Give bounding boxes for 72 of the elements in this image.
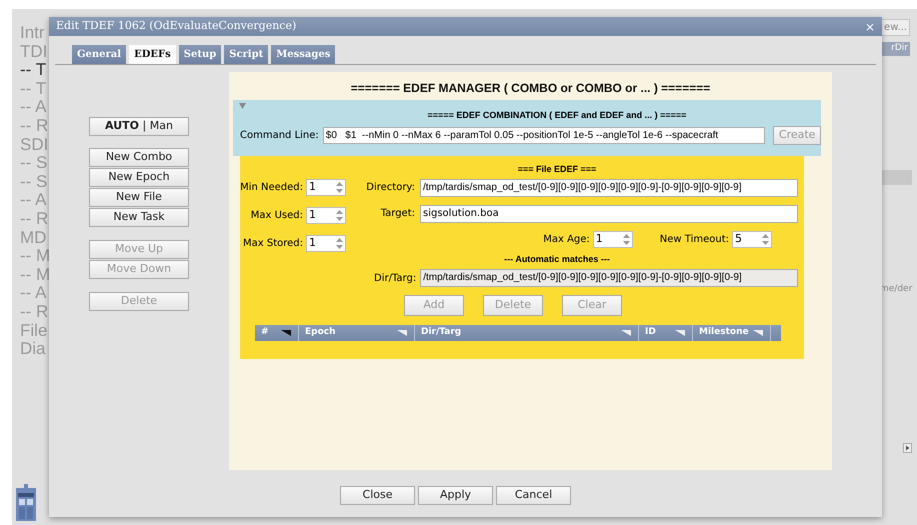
- field-label: Min Needed:: [240, 180, 303, 194]
- spinner-field[interactable]: 1: [306, 178, 346, 196]
- field-label: Directory:: [365, 181, 415, 195]
- target-field[interactable]: sigsolution.boa: [420, 204, 798, 222]
- action-button[interactable]: Apply: [418, 486, 493, 505]
- outline-item[interactable]: -- A: [20, 284, 50, 303]
- expand-toggle-icon[interactable]: [239, 103, 246, 109]
- field-label: Target:: [380, 207, 415, 221]
- section-title: ===== EDEF COMBINATION ( EDEF and EDEF and ... ) =====: [428, 109, 686, 122]
- sort-icon: [620, 329, 632, 337]
- field-label: Max Age:: [543, 232, 590, 246]
- sort-icon: [396, 329, 408, 337]
- tab[interactable]: Setup: [178, 45, 222, 64]
- window-title: Edit TDEF 1062 (OdEvaluateConvergence): [56, 18, 298, 34]
- action-button[interactable]: New Combo: [89, 148, 189, 167]
- outline-item[interactable]: Dia: [20, 340, 50, 359]
- outline-item[interactable]: -- T: [20, 80, 50, 98]
- column-header[interactable]: ID: [645, 326, 656, 340]
- column-header[interactable]: Milestone: [699, 326, 749, 340]
- action-button[interactable]: New File: [89, 188, 189, 207]
- scroll-right-icon[interactable]: [903, 443, 912, 453]
- field-label: Max Stored:: [243, 236, 303, 250]
- command-line-field[interactable]: $0 $1 --nMin 0 --nMax 6 --paramTol 0.05 --positionTol 1e-5 --angleTol 1e-6 --spacecraft: [322, 126, 766, 144]
- outline-item[interactable]: -- S: [20, 172, 50, 192]
- action-button[interactable]: New Epoch: [89, 168, 189, 187]
- spinner-arrows-icon: [762, 234, 769, 244]
- field-label: New Timeout:: [660, 232, 729, 246]
- outline-item[interactable]: -- A: [20, 191, 50, 210]
- outline-item[interactable]: -- S: [20, 154, 50, 173]
- column-header[interactable]: Dir/Targ: [421, 326, 462, 340]
- tab[interactable]: Messages: [271, 45, 336, 64]
- outline-item[interactable]: -- T: [20, 61, 50, 80]
- action-button[interactable]: Cancel: [496, 486, 571, 505]
- outline-item[interactable]: File: [20, 322, 50, 340]
- outline-item[interactable]: -- R: [20, 302, 50, 322]
- outline-item[interactable]: Intr: [20, 24, 50, 43]
- action-button[interactable]: New Task: [89, 208, 189, 227]
- outline-item[interactable]: -- R: [20, 116, 50, 136]
- tab[interactable]: General: [72, 45, 126, 64]
- sort-icon: [752, 329, 764, 337]
- spinner-arrows-icon: [336, 238, 343, 248]
- spinner-field[interactable]: 1: [306, 206, 346, 224]
- outline-item[interactable]: MD: [20, 228, 50, 248]
- sort-icon: [280, 329, 292, 337]
- outline-item[interactable]: TDI: [20, 42, 50, 62]
- spinner-arrows-icon: [622, 234, 630, 244]
- section-title: --- Automatic matches ---: [504, 252, 610, 266]
- spinner-field[interactable]: 1: [592, 230, 633, 248]
- phone-box-icon[interactable]: [13, 484, 39, 522]
- mode-toggle-button[interactable]: AUTO | Man: [89, 117, 189, 136]
- sort-icon: [674, 329, 686, 337]
- dir-targ-field[interactable]: /tmp/tardis/smap_od_test/[0-9][0-9][0-9][0-9][0-9][0-9]-[0-9][0-9][0-9][0-9]: [420, 269, 798, 287]
- section-title: ======= EDEF MANAGER ( COMBO or COMBO or ... ) =======: [350, 80, 710, 97]
- directory-field[interactable]: /tmp/tardis/smap_od_test/[0-9][0-9][0-9][0-9][0-9][0-9]-[0-9][0-9][0-9][0-9]: [420, 178, 798, 196]
- spinner-arrows-icon: [336, 182, 343, 192]
- tab[interactable]: Script: [224, 45, 268, 64]
- outline-item[interactable]: -- R: [20, 210, 50, 229]
- spinner-field[interactable]: 1: [306, 234, 346, 252]
- column-header[interactable]: Epoch: [305, 326, 336, 340]
- action-button[interactable]: Close: [340, 486, 415, 505]
- field-label: Max Used:: [250, 208, 303, 222]
- tab[interactable]: EDEFs: [129, 45, 176, 64]
- field-label: Dir/Targ:: [374, 272, 416, 286]
- column-header[interactable]: #: [261, 326, 269, 340]
- spinner-arrows-icon: [336, 210, 343, 220]
- spinner-field[interactable]: 5: [732, 230, 772, 248]
- section-title: === File EDEF ===: [518, 163, 596, 176]
- outline-item[interactable]: -- M: [20, 247, 50, 266]
- outline-item[interactable]: SDI: [20, 136, 50, 154]
- outline-item[interactable]: -- M: [20, 266, 50, 284]
- field-label: Command Line:: [240, 128, 319, 142]
- outline-item[interactable]: -- A: [20, 98, 50, 117]
